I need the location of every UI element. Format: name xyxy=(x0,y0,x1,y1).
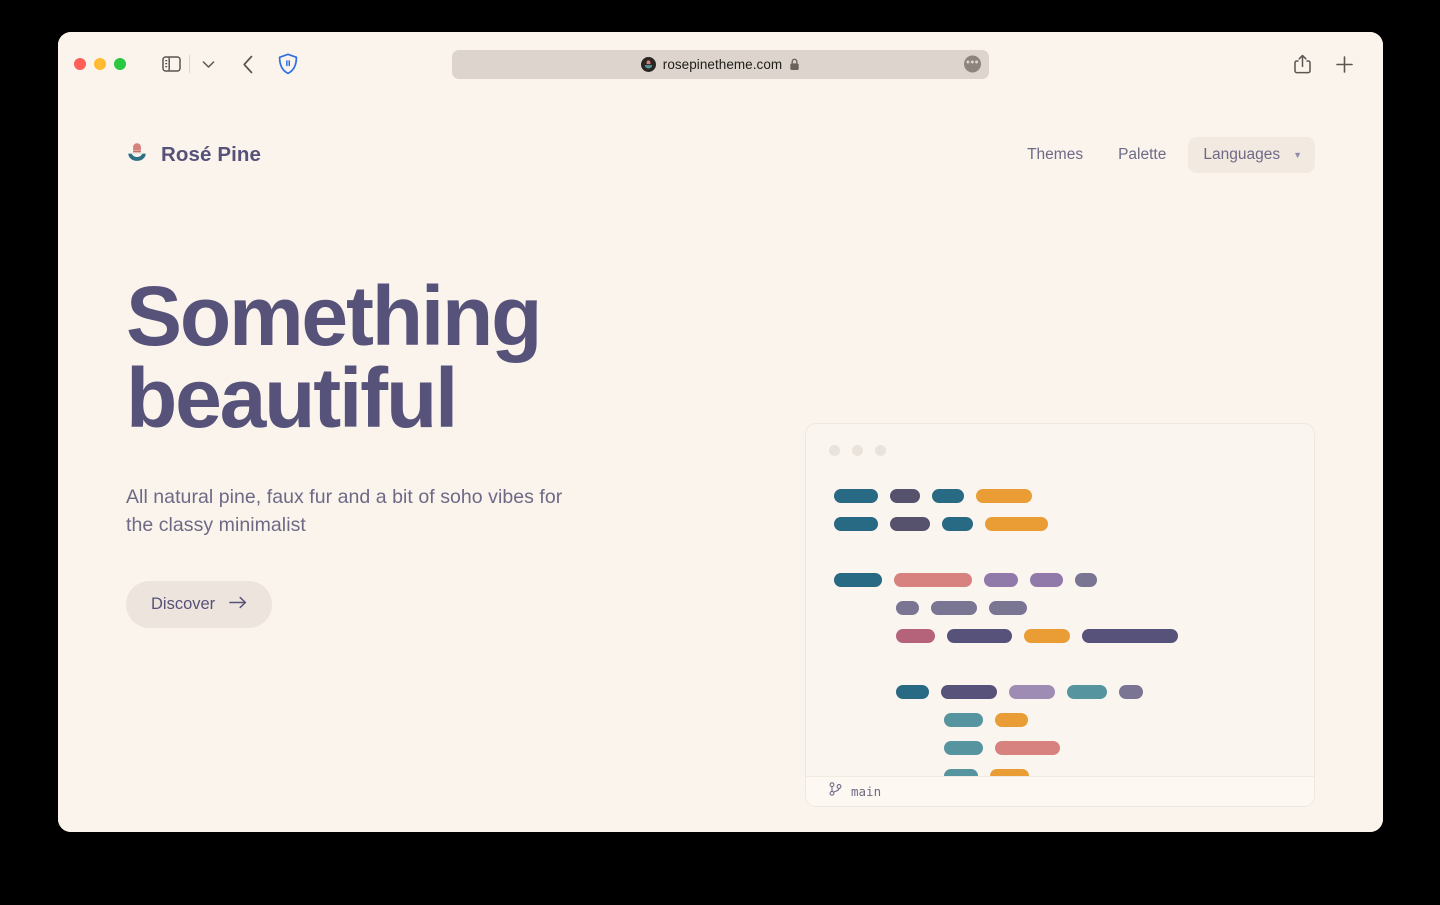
code-card-dot xyxy=(852,445,863,456)
code-token-bar xyxy=(896,685,929,699)
code-card-window-dots xyxy=(806,424,1314,456)
brand-logo-link[interactable]: Rosé Pine xyxy=(126,141,261,169)
code-token-bar xyxy=(894,573,972,587)
discover-button[interactable]: Discover xyxy=(126,580,273,628)
code-token-bar xyxy=(984,573,1018,587)
code-preview-line xyxy=(806,566,1314,594)
code-preview-line xyxy=(806,482,1314,510)
code-preview-card: main xyxy=(805,423,1315,807)
code-token-bar xyxy=(942,517,973,531)
code-preview-line xyxy=(806,510,1314,538)
languages-dropdown[interactable]: Languages ▼ xyxy=(1188,137,1315,173)
code-token-bar xyxy=(834,573,882,587)
address-bar-content: rosepinetheme.com xyxy=(640,56,800,72)
hero-text-column: Something beautiful All natural pine, fa… xyxy=(126,274,686,628)
code-preview-line xyxy=(806,734,1314,762)
code-preview-line xyxy=(806,594,1314,622)
nav-link-themes[interactable]: Themes xyxy=(1014,138,1096,172)
code-token-bar xyxy=(941,685,997,699)
code-preview-line xyxy=(806,538,1314,566)
code-preview-line xyxy=(806,706,1314,734)
main-nav: Themes Palette Languages ▼ xyxy=(1014,137,1315,173)
address-bar-container: rosepinetheme.com ••• xyxy=(58,49,1383,79)
code-token-bar xyxy=(1067,685,1107,699)
screen: rosepinetheme.com ••• Rosé Pine Themes P… xyxy=(0,0,1440,905)
code-token-bar xyxy=(944,741,983,755)
arrow-right-icon xyxy=(229,595,247,614)
page-title: Something beautiful xyxy=(126,274,686,440)
code-token-bar xyxy=(995,713,1028,727)
url-text: rosepinetheme.com xyxy=(662,56,783,72)
code-token-bar xyxy=(890,489,920,503)
code-preview-line xyxy=(806,622,1314,650)
chevron-down-icon: ▼ xyxy=(1293,149,1302,160)
code-preview-line xyxy=(806,678,1314,706)
code-token-bar xyxy=(896,601,919,615)
site-header: Rosé Pine Themes Palette Languages ▼ xyxy=(58,123,1383,187)
code-token-bar xyxy=(944,713,983,727)
code-card-status-bar: main xyxy=(806,776,1314,806)
code-token-bar xyxy=(931,601,977,615)
code-card-dot xyxy=(829,445,840,456)
code-token-bar xyxy=(947,629,1012,643)
headline-line-2: beautiful xyxy=(126,351,458,446)
code-token-bar xyxy=(1030,573,1063,587)
code-token-bar xyxy=(1119,685,1143,699)
code-preview-lines xyxy=(806,456,1314,776)
nav-link-palette[interactable]: Palette xyxy=(1105,138,1179,172)
discover-button-label: Discover xyxy=(151,594,216,613)
site-favicon-icon xyxy=(640,56,656,72)
hero-subtitle: All natural pine, faux fur and a bit of … xyxy=(126,485,563,536)
browser-toolbar: rosepinetheme.com ••• xyxy=(58,32,1383,96)
page-menu-icon[interactable]: ••• xyxy=(964,55,981,73)
headline-line-1: Something xyxy=(126,269,542,363)
web-page: Rosé Pine Themes Palette Languages ▼ Som… xyxy=(58,123,1383,832)
code-token-bar xyxy=(1082,629,1178,643)
code-token-bar xyxy=(985,517,1048,531)
brand-name: Rosé Pine xyxy=(161,143,262,166)
code-token-bar xyxy=(834,517,878,531)
lock-icon xyxy=(789,58,800,71)
safari-window: rosepinetheme.com ••• Rosé Pine Themes P… xyxy=(58,32,1383,832)
code-token-bar xyxy=(976,489,1032,503)
code-token-bar xyxy=(1075,573,1097,587)
git-branch-icon xyxy=(829,782,842,801)
code-preview-line xyxy=(806,650,1314,678)
address-bar[interactable]: rosepinetheme.com ••• xyxy=(452,49,989,79)
code-token-bar xyxy=(995,741,1060,755)
rose-flower-icon xyxy=(126,141,148,169)
languages-dropdown-label: Languages xyxy=(1203,146,1281,163)
code-token-bar xyxy=(932,489,964,503)
code-token-bar xyxy=(989,601,1027,615)
git-branch-label: main xyxy=(851,784,882,799)
code-card-dot xyxy=(875,445,886,456)
code-token-bar xyxy=(944,769,978,776)
code-token-bar xyxy=(890,517,930,531)
code-preview-line xyxy=(806,762,1314,776)
code-token-bar xyxy=(834,489,878,503)
code-token-bar xyxy=(1009,685,1055,699)
code-token-bar xyxy=(896,629,935,643)
code-token-bar xyxy=(990,769,1029,776)
code-token-bar xyxy=(1024,629,1070,643)
